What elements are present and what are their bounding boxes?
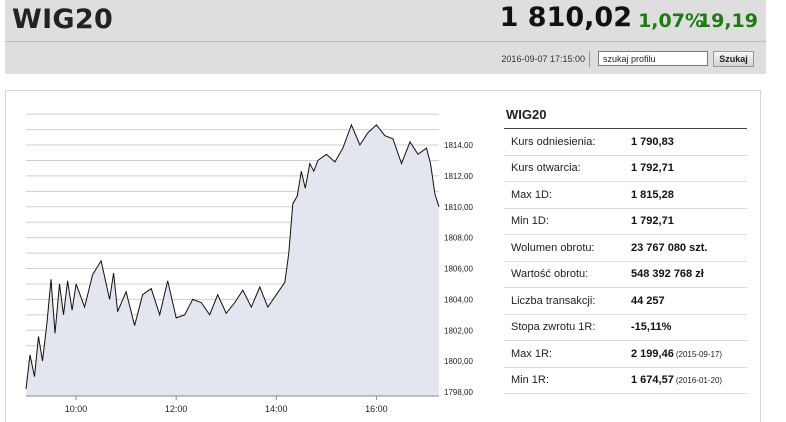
x-tick-label: 12:00 <box>165 404 188 414</box>
stats-value: 548 392 768 zł <box>631 268 704 281</box>
stats-value: 1 790,83 <box>631 135 674 148</box>
y-tick-label: 1804,00 <box>444 295 473 304</box>
index-price: 1 810,02 <box>499 2 632 33</box>
stats-row: Kurs odniesienia: 1 790,83 <box>504 129 747 156</box>
intraday-chart: 1798,00 1800,00 1802,00 1804,00 1806,00 1808,… <box>25 113 473 414</box>
stats-row: Min 1D: 1 792,71 <box>504 209 747 235</box>
stats-value: 1 792,71 <box>631 162 674 175</box>
stats-value: 1 674,57 (2016-01-20) <box>631 374 723 387</box>
stats-value: 1 815,28 <box>631 188 674 201</box>
y-tick-label: 1808,00 <box>444 234 473 243</box>
stats-row: Wartość obrotu: 548 392 768 zł <box>504 262 747 288</box>
y-tick-label: 1798,00 <box>444 388 473 397</box>
stats-label: Min 1R: <box>511 374 549 387</box>
search-button[interactable]: Szukaj <box>713 51 754 67</box>
stats-title: WIG20 <box>504 101 747 129</box>
change-percent: 1,07% <box>638 10 704 32</box>
stats-value: -15,11% <box>631 321 672 334</box>
stats-value: 23 767 080 szt. <box>631 241 708 254</box>
y-tick-label: 1806,00 <box>444 265 473 274</box>
y-tick-label: 1800,00 <box>444 357 473 366</box>
x-tick-label: 14:00 <box>265 404 288 414</box>
stats-label: Liczba transakcji: <box>511 294 596 307</box>
stats-label: Kurs odniesienia: <box>511 135 596 148</box>
stats-value: 1 792,71 <box>631 215 674 228</box>
stats-label: Min 1D: <box>511 215 549 228</box>
stats-label: Kurs otwarcia: <box>511 162 581 175</box>
change-absolute: 19,19 <box>697 10 758 32</box>
stats-value: 44 257 <box>631 294 665 307</box>
quote-timestamp: 2016-09-07 17:15:00 <box>486 51 590 67</box>
index-title: WIG20 <box>12 4 114 35</box>
header-divider <box>5 41 766 42</box>
stats-label: Max 1D: <box>511 188 552 201</box>
stats-note: (2015-09-17) <box>675 349 723 359</box>
quote-header: WIG20 1 810,02 1,07% 19,19 2016-09-07 17… <box>5 0 766 74</box>
series-area <box>26 124 439 397</box>
stats-row: Max 1R: 2 199,46 (2015-09-17) <box>504 341 747 368</box>
stats-table: WIG20 Kurs odniesienia: 1 790,83 Kurs otwa… <box>504 101 747 394</box>
stats-label: Wartość obrotu: <box>511 268 589 281</box>
y-tick-label: 1810,00 <box>444 203 473 212</box>
stats-label: Stopa zwrotu 1R: <box>511 321 596 334</box>
y-tick-label: 1814,00 <box>444 141 473 150</box>
x-tick-label: 16:00 <box>365 404 388 414</box>
stats-label: Max 1R: <box>511 347 552 360</box>
stats-row: Wolumen obrotu: 23 767 080 szt. <box>504 235 747 262</box>
stats-label: Wolumen obrotu: <box>511 241 595 254</box>
stats-value: 2 199,46 (2015-09-17) <box>631 347 723 360</box>
profile-search-input[interactable] <box>598 51 708 66</box>
stats-row: Stopa zwrotu 1R: -15,11% <box>504 315 747 341</box>
y-tick-label: 1802,00 <box>444 326 473 335</box>
y-tick-label: 1812,00 <box>444 172 473 181</box>
stats-row: Liczba transakcji: 44 257 <box>504 288 747 315</box>
stats-note: (2016-01-20) <box>675 376 723 386</box>
stats-row: Kurs otwarcia: 1 792,71 <box>504 156 747 182</box>
stats-row: Max 1D: 1 815,28 <box>504 182 747 209</box>
stats-row: Min 1R: 1 674,57 (2016-01-20) <box>504 368 747 394</box>
x-tick-label: 10:00 <box>65 404 88 414</box>
